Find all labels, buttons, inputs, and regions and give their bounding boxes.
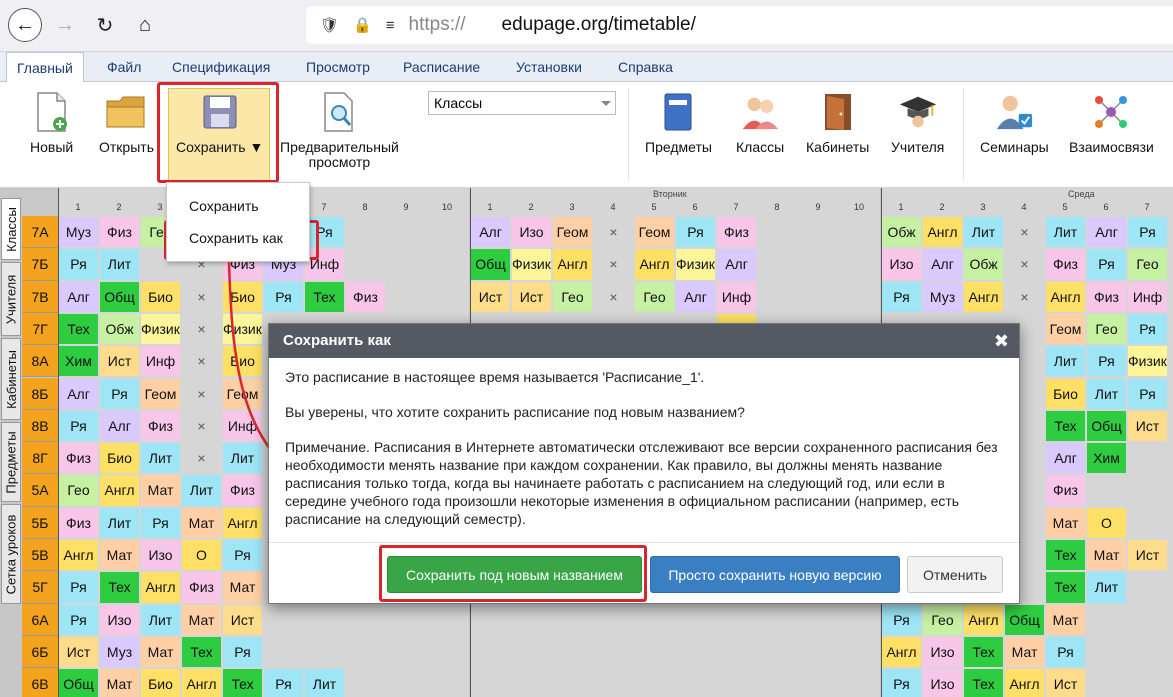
dialog-title: Сохранить как [283,332,391,349]
dialog-body: Это расписание в настоящее время называе… [269,358,1019,555]
dialog-text-note: Примечание. Расписания в Интернете автом… [285,439,998,527]
cancel-button[interactable]: Отменить [907,556,1003,593]
close-icon[interactable]: ✖ [994,324,1009,358]
dialog-footer: Сохранить под новым названием Просто сох… [269,542,1019,604]
dialog-header: Сохранить как ✖ [269,324,1019,358]
dialog-text-current-name: Это расписание в настоящее время называе… [285,369,705,385]
app-window: ← → ↻ ⌂ 🛡 🔒 ≡ https://edupage.org/timeta… [0,0,1173,697]
save-as-dialog: Сохранить как ✖ Это расписание в настоящ… [268,323,1020,604]
dialog-text-question: Вы уверены, что хотите сохранить расписа… [285,404,745,420]
save-with-new-name-button[interactable]: Сохранить под новым названием [387,556,642,593]
save-new-version-button[interactable]: Просто сохранить новую версию [650,556,900,593]
